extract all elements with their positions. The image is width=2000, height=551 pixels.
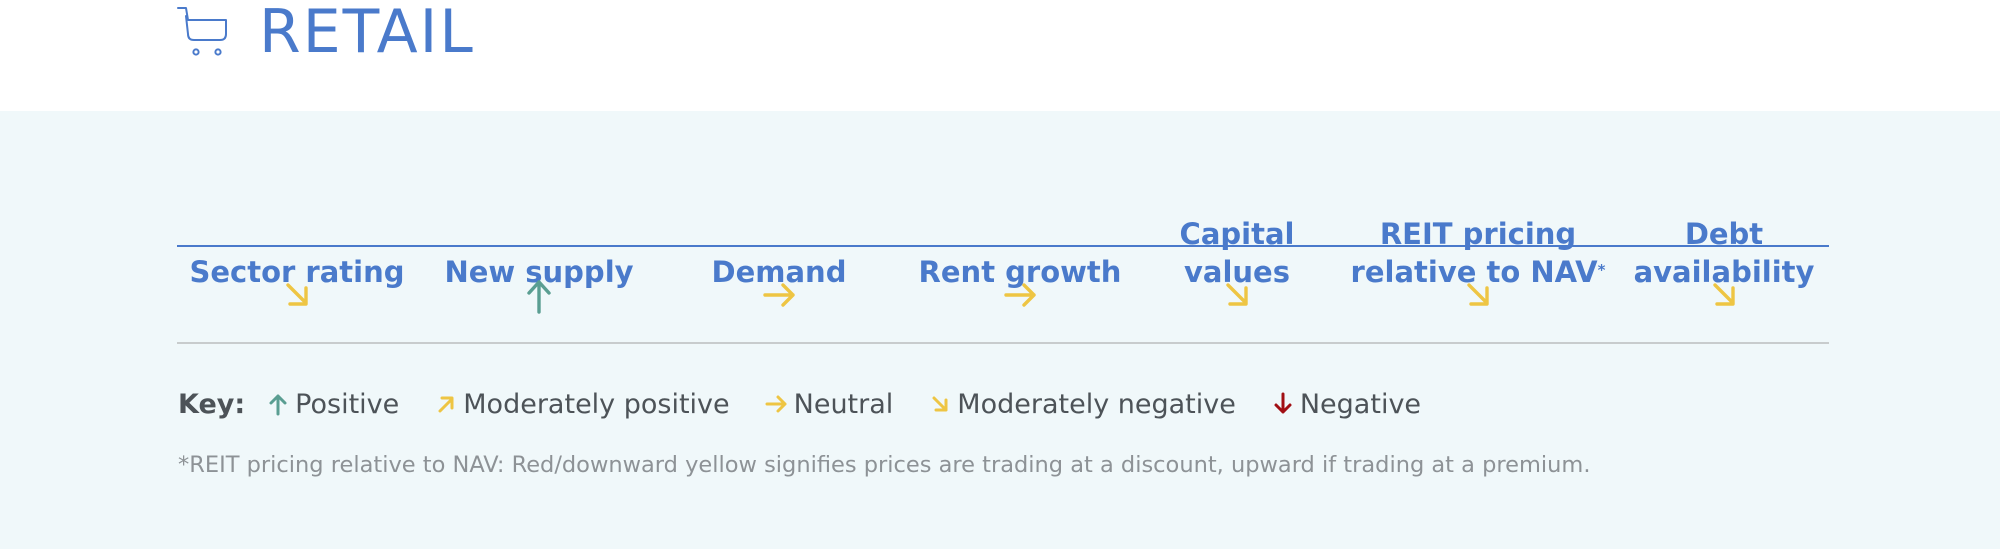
arrow-right-icon (1004, 283, 1036, 307)
arrow-down-icon (1274, 392, 1292, 414)
key-item-neutral: Neutral (764, 388, 894, 420)
column-header-text-line1: Capital (1179, 217, 1295, 251)
key-item-label: Negative (1299, 388, 1422, 420)
key-item-negative: Negative (1270, 389, 1421, 420)
table-bottom-divider (177, 342, 1829, 344)
footnote: *REIT pricing relative to NAV: Red/downw… (178, 452, 1591, 478)
arrow-down-right-icon (1713, 283, 1735, 306)
header: RETAIL (0, 0, 2000, 110)
footnote-marker: * (1597, 261, 1606, 279)
page-title: RETAIL (259, 0, 475, 67)
arrow-down-right-icon (1226, 283, 1248, 306)
column-header-text-line1: REIT pricing (1379, 217, 1577, 251)
key-item-positive: Positive (265, 389, 399, 420)
arrow-right-icon (763, 283, 795, 307)
key-item-label: Moderately positive (463, 388, 730, 420)
arrow-down-right-icon (286, 283, 308, 306)
arrow-up-right-icon (438, 396, 454, 413)
key-label: Key: (178, 388, 246, 420)
arrow-down-right-icon (932, 396, 948, 412)
shopping-cart-icon (177, 7, 227, 56)
key-item-label: Moderately negative (957, 388, 1236, 420)
legend-key: Key: Positive Moderately positive Neutra… (178, 384, 1455, 424)
arrow-right-icon (765, 395, 787, 413)
header-divider (177, 245, 1829, 247)
key-item-moderately-positive: Moderately positive (433, 388, 730, 420)
arrow-down-right-icon (1467, 283, 1489, 306)
arrow-up-icon (527, 280, 551, 314)
outlook-panel: Sector rating New supply Demand Rent gro… (0, 111, 2000, 549)
key-item-label: Neutral (793, 388, 894, 420)
key-item-moderately-negative: Moderately negative (927, 389, 1236, 420)
arrow-up-icon (269, 394, 287, 416)
key-item-label: Positive (295, 388, 400, 420)
column-header-text-line1: Debt (1684, 217, 1764, 251)
